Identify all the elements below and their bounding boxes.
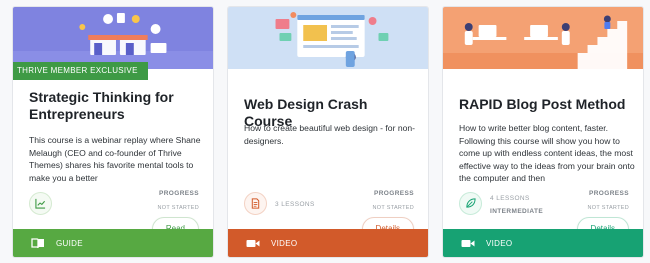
course-description: How to create beautiful web design - for… [244, 123, 416, 146]
progress-label: PROGRESS [588, 190, 629, 197]
document-icon [244, 192, 267, 215]
lesson-count: 3 LESSONS [275, 201, 315, 208]
video-camera-icon [246, 237, 260, 249]
book-icon [31, 237, 45, 249]
course-card-web-design[interactable]: Web Design Crash Course How to create be… [227, 6, 429, 258]
progress-status: NOT STARTED [587, 205, 629, 211]
course-type-label: GUIDE [56, 238, 83, 248]
course-title[interactable]: RAPID Blog Post Method [459, 96, 634, 113]
course-type-footer: VIDEO [443, 229, 643, 257]
leaf-icon [459, 192, 482, 215]
progress-status: NOT STARTED [157, 205, 199, 211]
progress-label: PROGRESS [158, 190, 199, 197]
course-description: This course is a webinar replay where Sh… [29, 135, 201, 183]
chart-trend-icon [29, 192, 52, 215]
course-thumbnail[interactable] [13, 7, 213, 69]
progress-status: NOT STARTED [372, 205, 414, 211]
progress-label: PROGRESS [373, 190, 414, 197]
course-type-label: VIDEO [486, 238, 513, 248]
course-type-label: VIDEO [271, 238, 298, 248]
video-camera-icon [461, 237, 475, 249]
course-thumbnail[interactable] [443, 7, 643, 69]
member-exclusive-ribbon: THRIVE MEMBER EXCLUSIVE [13, 62, 148, 80]
course-card-strategic-thinking[interactable]: THRIVE MEMBER EXCLUSIVE Strategic Thinki… [12, 6, 214, 258]
course-level: INTERMEDIATE [490, 208, 544, 215]
lesson-count: 4 LESSONS [490, 195, 530, 202]
course-thumbnail[interactable] [228, 7, 428, 69]
course-type-footer: VIDEO [228, 229, 428, 257]
course-description: How to write better blog content, faster… [459, 123, 635, 183]
course-type-footer: GUIDE [13, 229, 213, 257]
course-card-rapid-blog[interactable]: RAPID Blog Post Method How to write bett… [442, 6, 644, 258]
course-title[interactable]: Strategic Thinking for Entrepreneurs [29, 89, 204, 123]
